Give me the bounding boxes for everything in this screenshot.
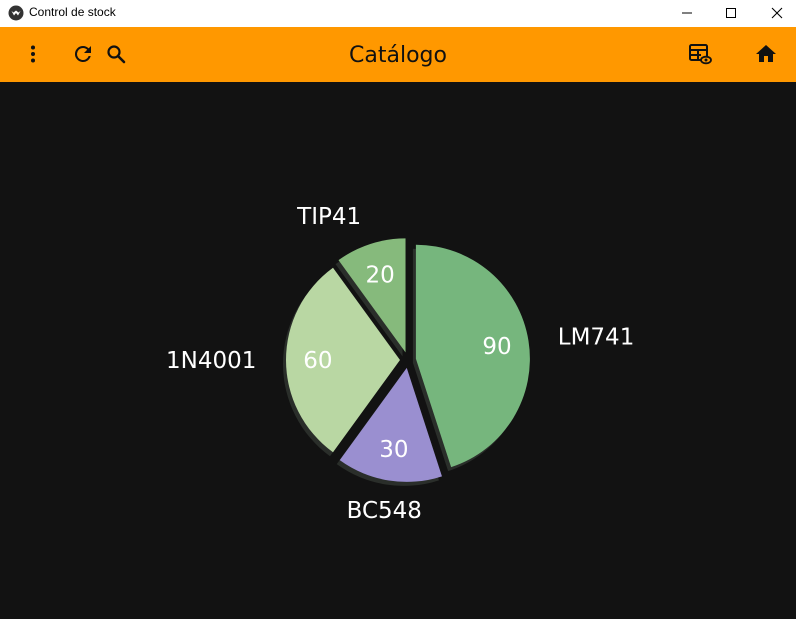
minimize-icon [682, 12, 692, 14]
window-title: Control de stock [29, 5, 116, 19]
pie-value-label: 60 [303, 348, 332, 374]
page-title: Catálogo [349, 43, 447, 68]
minimize-button[interactable] [664, 0, 710, 27]
home-icon [756, 45, 776, 62]
view-table-button[interactable] [680, 27, 720, 82]
pie-category-label: 1N4001 [166, 348, 256, 374]
pie-value-label: 30 [379, 437, 408, 463]
pie-value-label: 90 [482, 334, 511, 360]
pie-category-label: BC548 [347, 498, 422, 524]
pie-value-label: 20 [366, 262, 395, 288]
pie-category-label: TIP41 [296, 204, 361, 230]
close-icon [771, 7, 783, 19]
close-button[interactable] [754, 0, 796, 27]
pie-slice-lm741[interactable] [415, 244, 530, 468]
window-titlebar: Control de stock [0, 0, 796, 27]
app-bar: Catálogo [0, 27, 796, 82]
home-button[interactable] [746, 27, 786, 82]
maximize-icon [726, 8, 736, 18]
app-logo-icon [8, 5, 24, 21]
maximize-button[interactable] [708, 0, 754, 27]
table-view-icon [689, 44, 712, 65]
pie-category-label: LM741 [558, 324, 635, 350]
pie-chart-canvas: 90 LM741 30 BC548 60 1N4001 20 TIP41 [166, 204, 635, 524]
pie-chart: 90 LM741 30 BC548 60 1N4001 20 TIP41 [0, 82, 796, 619]
